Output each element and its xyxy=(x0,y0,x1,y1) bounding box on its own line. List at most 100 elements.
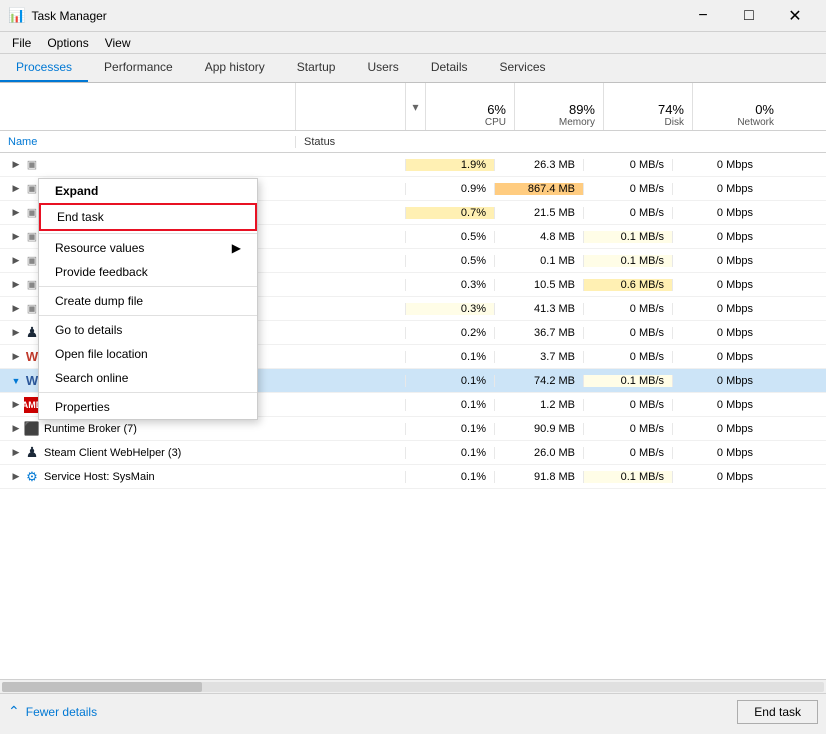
end-task-button[interactable]: End task xyxy=(737,700,818,724)
process-memory: 3.7 MB xyxy=(494,351,583,363)
app-icon: 📊 xyxy=(8,7,25,24)
tab-users[interactable]: Users xyxy=(351,54,414,82)
chevron-up-icon: ⌃ xyxy=(8,703,20,720)
window-controls: − □ ✕ xyxy=(680,0,818,32)
table-row[interactable]: ▶ ⬛ Runtime Broker (7) 0.1% 90.9 MB 0 MB… xyxy=(0,417,826,441)
process-disk: 0 MB/s xyxy=(583,327,672,339)
process-memory: 21.5 MB xyxy=(494,207,583,219)
table-row[interactable]: ▶ ♟ Steam Client WebHelper (3) 0.1% 26.0… xyxy=(0,441,826,465)
process-name-label: Steam Client WebHelper (3) xyxy=(44,447,181,459)
process-network: 0 Mbps xyxy=(672,327,761,339)
ctx-search-online[interactable]: Search online xyxy=(39,366,257,390)
process-disk: 0.1 MB/s xyxy=(583,375,672,387)
ctx-separator-2 xyxy=(39,286,257,287)
fewer-details-button[interactable]: ⌃ Fewer details xyxy=(8,703,97,720)
process-disk: 0 MB/s xyxy=(583,399,672,411)
process-name-label: Service Host: SysMain xyxy=(44,471,155,483)
expand-icon[interactable]: ▶ xyxy=(8,301,24,317)
menu-file[interactable]: File xyxy=(4,34,39,52)
cpu-percent: 6% xyxy=(487,102,506,117)
expand-icon[interactable]: ▶ xyxy=(8,157,24,173)
process-name-label: Runtime Broker (7) xyxy=(44,423,137,435)
expand-icon[interactable]: ▶ xyxy=(8,445,24,461)
expand-icon[interactable]: ▶ xyxy=(8,229,24,245)
expand-icon[interactable]: ▶ xyxy=(8,469,24,485)
col-label-status[interactable]: Status xyxy=(295,136,405,148)
menu-view[interactable]: View xyxy=(97,34,139,52)
expand-icon[interactable]: ▶ xyxy=(8,277,24,293)
process-network: 0 Mbps xyxy=(672,447,761,459)
expand-icon[interactable]: ▶ xyxy=(8,205,24,221)
process-memory: 91.8 MB xyxy=(494,471,583,483)
process-memory: 10.5 MB xyxy=(494,279,583,291)
col-header-memory[interactable]: 89% Memory xyxy=(515,83,604,130)
window-title: Task Manager xyxy=(31,9,106,23)
expand-icon[interactable]: ▶ xyxy=(8,421,24,437)
col-header-name-spacer xyxy=(0,83,295,130)
ctx-expand[interactable]: Expand xyxy=(39,179,257,203)
process-memory: 41.3 MB xyxy=(494,303,583,315)
expand-icon[interactable]: ▶ xyxy=(8,325,24,341)
tab-details[interactable]: Details xyxy=(415,54,484,82)
scrollbar-thumb[interactable] xyxy=(2,682,202,692)
ctx-create-dump[interactable]: Create dump file xyxy=(39,289,257,313)
process-network: 0 Mbps xyxy=(672,159,761,171)
process-disk: 0.1 MB/s xyxy=(583,471,672,483)
tab-app-history[interactable]: App history xyxy=(189,54,281,82)
minimize-button[interactable]: − xyxy=(680,0,726,32)
ctx-resource-values[interactable]: Resource values ▶ xyxy=(39,236,257,260)
process-disk: 0.1 MB/s xyxy=(583,231,672,243)
table-row[interactable]: ▶ ▣ 1.9% 26.3 MB 0 MB/s 0 Mbps xyxy=(0,153,826,177)
maximize-button[interactable]: □ xyxy=(726,0,772,32)
process-cpu: 0.3% xyxy=(405,303,494,315)
column-headers-labels: Name Status xyxy=(0,131,826,153)
memory-percent: 89% xyxy=(569,102,595,117)
process-cpu: 0.1% xyxy=(405,399,494,411)
process-disk: 0 MB/s xyxy=(583,351,672,363)
close-button[interactable]: ✕ xyxy=(772,0,818,32)
process-memory: 0.1 MB xyxy=(494,255,583,267)
process-memory: 4.8 MB xyxy=(494,231,583,243)
col-header-nums: ▾ 6% CPU 89% Memory 74% Disk 0% Network xyxy=(405,83,826,130)
expand-icon[interactable]: ▶ xyxy=(8,253,24,269)
cpu-label: CPU xyxy=(485,117,506,128)
process-cpu: 0.9% xyxy=(405,183,494,195)
process-icon: ♟ xyxy=(24,445,40,461)
disk-percent: 74% xyxy=(658,102,684,117)
tab-services[interactable]: Services xyxy=(484,54,562,82)
process-network: 0 Mbps xyxy=(672,375,761,387)
process-memory: 36.7 MB xyxy=(494,327,583,339)
tab-performance[interactable]: Performance xyxy=(88,54,189,82)
expand-icon[interactable]: ▼ xyxy=(8,373,24,389)
process-network: 0 Mbps xyxy=(672,303,761,315)
fewer-details-label: Fewer details xyxy=(26,705,97,719)
col-header-disk[interactable]: 74% Disk xyxy=(604,83,693,130)
ctx-properties[interactable]: Properties xyxy=(39,395,257,419)
tab-processes[interactable]: Processes xyxy=(0,54,88,82)
process-name: ▶ ⬛ Runtime Broker (7) xyxy=(0,421,295,437)
process-network: 0 Mbps xyxy=(672,231,761,243)
process-cpu: 0.1% xyxy=(405,471,494,483)
horizontal-scrollbar[interactable] xyxy=(0,679,826,693)
ctx-go-to-details[interactable]: Go to details xyxy=(39,318,257,342)
ctx-open-file-location[interactable]: Open file location xyxy=(39,342,257,366)
table-row[interactable]: ▶ ⚙ Service Host: SysMain 0.1% 91.8 MB 0… xyxy=(0,465,826,489)
context-menu: Expand End task Resource values ▶ Provid… xyxy=(38,178,258,420)
process-cpu: 0.3% xyxy=(405,279,494,291)
ctx-end-task[interactable]: End task xyxy=(39,203,257,231)
col-label-name[interactable]: Name xyxy=(0,136,295,148)
menu-options[interactable]: Options xyxy=(39,34,96,52)
process-cpu: 0.7% xyxy=(405,207,494,219)
ctx-provide-feedback[interactable]: Provide feedback xyxy=(39,260,257,284)
col-header-cpu[interactable]: 6% CPU xyxy=(426,83,515,130)
tab-startup[interactable]: Startup xyxy=(281,54,352,82)
process-icon: ⚙ xyxy=(24,469,40,485)
process-disk: 0 MB/s xyxy=(583,183,672,195)
process-icon: ▣ xyxy=(24,157,40,173)
scrollbar-track[interactable] xyxy=(2,682,824,692)
expand-icon[interactable]: ▶ xyxy=(8,181,24,197)
col-header-network[interactable]: 0% Network xyxy=(693,83,782,130)
expand-icon[interactable]: ▶ xyxy=(8,349,24,365)
process-memory: 74.2 MB xyxy=(494,375,583,387)
process-memory: 26.0 MB xyxy=(494,447,583,459)
